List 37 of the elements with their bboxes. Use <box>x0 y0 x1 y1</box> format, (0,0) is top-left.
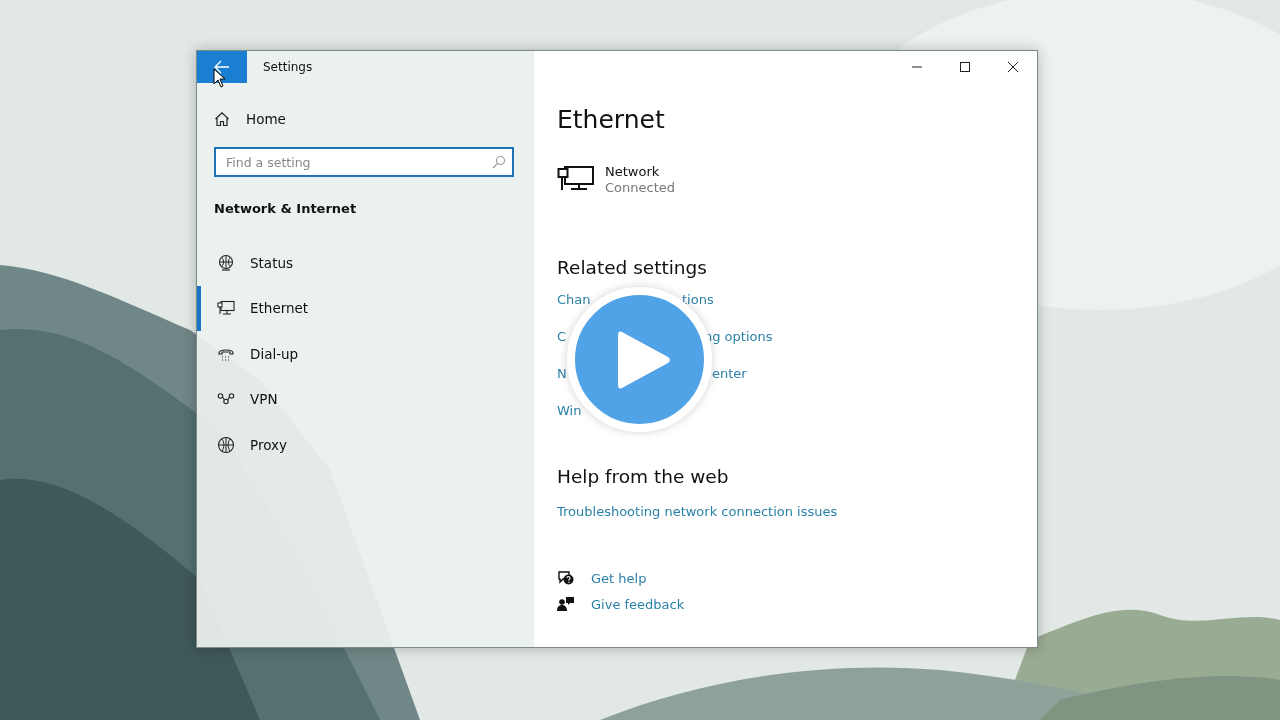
mouse-cursor-icon <box>213 68 227 88</box>
globe-icon <box>217 435 235 454</box>
link[interactable]: N <box>557 366 567 381</box>
home-link[interactable]: Home <box>214 111 286 127</box>
ethernet-icon <box>217 300 235 317</box>
back-button[interactable] <box>197 51 247 83</box>
link[interactable]: enter <box>712 366 747 381</box>
feedback-icon <box>557 596 575 612</box>
link[interactable]: Troubleshooting network connection issues <box>557 504 838 519</box>
back-arrow-icon <box>214 60 230 74</box>
link[interactable]: tions <box>682 292 714 307</box>
ethernet-icon <box>557 164 595 192</box>
network-name: Network <box>605 164 661 179</box>
link[interactable]: Chan <box>557 292 591 307</box>
network-status: Connected <box>605 180 675 195</box>
section-heading: Help from the web <box>557 466 730 487</box>
network-entry[interactable]: Network Connected <box>557 164 675 195</box>
nav-item[interactable]: Dial-up <box>197 331 534 377</box>
link[interactable]: Get help <box>591 570 647 586</box>
nav-item[interactable]: Status <box>197 240 534 286</box>
nav-item[interactable]: Proxy <box>197 422 534 468</box>
link[interactable]: C <box>557 329 567 344</box>
search-field[interactable]: Find a setting <box>214 147 514 177</box>
page-title: Ethernet <box>557 105 666 134</box>
close-icon <box>1007 61 1019 73</box>
window-title: Settings <box>263 60 313 74</box>
nav-item[interactable]: VPN <box>197 376 534 422</box>
globe-monitor-icon <box>217 253 235 272</box>
section-heading: Related settings <box>557 257 708 278</box>
vpn-icon <box>217 392 235 407</box>
home-icon <box>214 111 230 127</box>
chat-help-icon <box>557 570 575 586</box>
section-heading: Network & Internet <box>214 201 358 216</box>
link[interactable]: Give feedback <box>591 596 685 612</box>
search-icon <box>492 155 506 169</box>
link[interactable]: Win <box>557 403 582 418</box>
maximize-icon <box>959 61 971 73</box>
